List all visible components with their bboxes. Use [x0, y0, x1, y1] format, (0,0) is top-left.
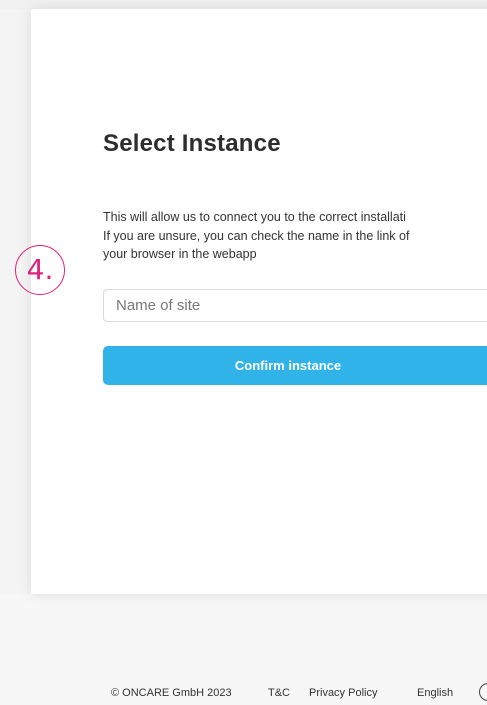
confirm-instance-label: Confirm instance [234, 358, 342, 373]
globe-icon[interactable] [479, 683, 487, 701]
site-name-input[interactable] [103, 289, 487, 322]
top-bar [0, 0, 487, 9]
page-title: Select Instance [103, 130, 281, 157]
language-selector[interactable]: English [417, 687, 453, 699]
confirm-instance-button[interactable]: Confirm instance [103, 346, 487, 385]
footer-copyright: © ONCARE GmbH 2023 [111, 687, 232, 699]
description-line-2: If you are unsure, you can check the nam… [103, 228, 410, 243]
description-line-1: This will allow us to connect you to the… [103, 210, 406, 224]
footer-tc-link[interactable]: T&C [268, 687, 290, 699]
footer-privacy-link[interactable]: Privacy Policy [309, 687, 377, 699]
left-background-strip [0, 9, 31, 594]
step-number-annotation: 4. [15, 245, 65, 295]
footer: © ONCARE GmbH 2023 T&C Privacy Policy En… [0, 683, 487, 705]
description-line-3: your browser in the webapp [103, 247, 257, 261]
instance-description: This will allow us to connect you to the… [103, 208, 487, 264]
